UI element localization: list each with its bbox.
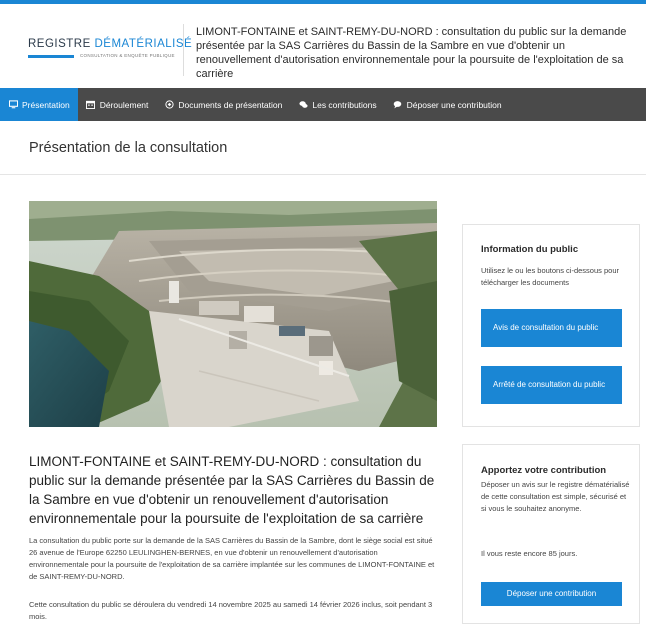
deposer-contribution-button[interactable]: Déposer une contribution <box>481 582 622 606</box>
nav-tab-deposer[interactable]: Déposer une contribution <box>385 88 510 121</box>
arrete-consultation-button[interactable]: Arrêté de consultation du public <box>481 366 622 404</box>
nav-tab-contributions[interactable]: Les contributions <box>290 88 384 121</box>
quarry-aerial-photo <box>29 201 437 427</box>
nav-tab-deroulement[interactable]: Déroulement <box>78 88 157 121</box>
section-divider <box>0 174 646 175</box>
contribution-card: Apportez votre contribution Déposer un a… <box>462 444 640 624</box>
logo-underline <box>28 55 74 58</box>
consultation-title: LIMONT-FONTAINE et SAINT-REMY-DU-NORD : … <box>29 454 435 526</box>
header-title: LIMONT-FONTAINE et SAINT-REMY-DU-NORD : … <box>196 26 627 80</box>
nav-tab-label: Déposer une contribution <box>406 99 502 110</box>
comments-icon <box>298 100 308 110</box>
site-header: REGISTRE DÉMATÉRIALISÉ CONSULTATION & EN… <box>0 4 646 88</box>
site-logo[interactable]: REGISTRE DÉMATÉRIALISÉ CONSULTATION & EN… <box>28 38 193 64</box>
page-section-title: Présentation de la consultation <box>29 140 228 156</box>
remaining-days: Il vous reste encore 85 jours. <box>481 549 578 558</box>
card-title: Information du public <box>481 244 579 255</box>
consultation-description: La consultation du public porte sur la d… <box>29 536 435 581</box>
card-text: Déposer un avis sur le registre dématéri… <box>481 480 630 513</box>
nav-tab-label: Les contributions <box>312 99 377 110</box>
card-text: Utilisez le ou les boutons ci-dessous po… <box>481 266 619 287</box>
consultation-dates: Cette consultation du public se dérouler… <box>29 600 433 621</box>
card-title: Apportez votre contribution <box>481 465 607 476</box>
public-information-card: Information du public Utilisez le ou les… <box>462 224 640 427</box>
logo-tagline: CONSULTATION & ENQUÊTE PUBLIQUE <box>80 53 175 58</box>
header-divider <box>183 24 184 76</box>
logo-wordmark: REGISTRE DÉMATÉRIALISÉ <box>28 38 193 50</box>
avis-consultation-button[interactable]: Avis de consultation du public <box>481 309 622 347</box>
main-nav: Présentation Déroulement Documents de pr… <box>0 88 646 121</box>
nav-tab-documents[interactable]: Documents de présentation <box>156 88 290 121</box>
nav-tab-label: Déroulement <box>99 99 149 110</box>
nav-tab-label: Présentation <box>22 99 70 110</box>
nav-tab-presentation[interactable]: Présentation <box>0 88 78 121</box>
monitor-icon <box>8 100 18 110</box>
speech-bubble-icon <box>393 100 403 110</box>
calendar-icon <box>86 100 96 110</box>
nav-tab-label: Documents de présentation <box>178 99 283 110</box>
documents-icon <box>164 100 174 110</box>
